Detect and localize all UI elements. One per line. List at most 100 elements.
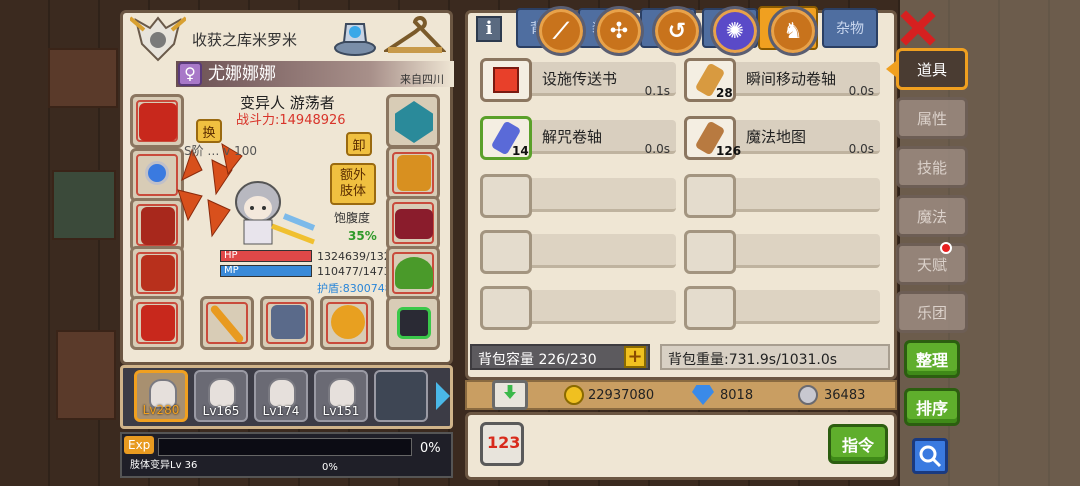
equip-slot-gloves[interactable] [130,246,184,300]
spin-icon: ✣ [609,18,629,44]
skill-button-slash[interactable]: ⟋ [536,6,586,56]
skill-button-magic[interactable]: ✺ [710,6,760,56]
magic-circle-icon: ✺ [725,18,745,44]
guild-emblem-icon[interactable] [128,14,188,64]
boots-icon [141,305,175,341]
satiety-label: 饱腹度 [334,211,371,225]
equip-slot-crown[interactable] [386,146,440,200]
belt-icon [395,209,433,239]
item-name: 瞬间移动卷轴 [746,70,837,88]
limb-mutation-label: 肢体变异Lv 36 [130,460,198,471]
power-value: 战斗力:14948926 [236,113,346,128]
shrine-icon[interactable] [332,14,378,56]
swap-button[interactable]: 换 [196,119,222,143]
satiety-value: 35% [348,229,377,243]
equip-slot-device[interactable] [386,296,440,350]
organize-button[interactable]: 整理 [904,340,960,378]
mp-label: MP [224,265,239,276]
device-icon [397,307,431,339]
hook-icon: ↺ [667,18,687,44]
background-tile [48,48,118,108]
exp-value: 0% [420,441,441,456]
item-time: 0.0s [644,142,670,156]
hotkey-numbers-button[interactable]: 123 [480,422,524,466]
party-member-level: Lv280 [142,403,180,417]
equip-slot-bow[interactable] [320,296,374,350]
female-icon: ♀ [178,62,202,86]
command-button[interactable]: 指令 [828,424,888,464]
party-member-slot[interactable]: Lv280 [134,370,188,422]
close-icon[interactable] [900,10,936,46]
storage-button[interactable] [492,380,528,410]
unequip-button[interactable]: 卸 [346,132,372,156]
character-sprite [222,176,318,252]
red-book-icon [480,58,532,102]
party-empty-slot[interactable] [374,370,428,422]
equip-slot-crystal[interactable] [386,94,440,148]
tab-misc[interactable]: 杂物 [822,8,878,48]
side-tab-skills[interactable]: 技能 [896,146,968,188]
silver-coin-icon [798,385,818,405]
side-tab-band[interactable]: 乐团 [896,291,968,333]
skill-button-horse[interactable]: ♞ [768,6,818,56]
party-member-level: Lv165 [202,404,240,418]
equip-slot-belt[interactable] [386,196,440,250]
gold-coin-icon [564,385,584,405]
mp-value: 110477/1473 [317,265,391,278]
equip-slot-offhand[interactable] [260,296,314,350]
empty-slot[interactable] [480,230,676,274]
side-tab-items[interactable]: 道具 [896,48,968,90]
empty-slot[interactable] [480,174,676,218]
extra-limb-button[interactable]: 额外 肢体 [330,163,376,205]
side-tab-magic[interactable]: 魔法 [896,195,968,237]
dragon-helm-icon [139,103,177,141]
hp-label: HP [224,250,238,261]
gloves-icon [141,255,175,291]
character-title: 收获之库米罗米 [192,31,298,49]
empty-slot[interactable] [684,286,880,330]
character-name: 尤娜娜娜 [208,64,276,84]
expand-capacity-button[interactable]: + [624,346,646,368]
party-member-level: Lv151 [322,404,360,418]
info-icon[interactable]: i [476,16,502,42]
sort-button[interactable]: 排序 [904,388,960,426]
empty-slot[interactable] [684,230,880,274]
inventory-item[interactable]: 14 解咒卷轴 0.0s [480,116,676,160]
slash-icon: ⟋ [553,18,569,44]
item-quantity: 28 [716,86,733,100]
empty-slot[interactable] [684,174,880,218]
skill-button-spin[interactable]: ✣ [594,6,644,56]
equip-slot-weapon[interactable] [200,296,254,350]
item-time: 0.0s [848,84,874,98]
limb-mutation-value: 0% [322,462,338,473]
item-time: 0.1s [644,84,670,98]
overlapped-label: S阶 … v 100 [184,144,258,158]
down-arrow-icon [504,385,516,399]
inventory-item[interactable]: 设施传送书 0.1s [480,58,676,102]
inventory-item[interactable]: 126 魔法地图 0.0s [684,116,880,160]
equip-slot-boots[interactable] [130,296,184,350]
extra-limb-label-2: 肢体 [339,184,366,199]
search-icon[interactable] [912,438,948,474]
hp-value: 1324639/132 [317,250,391,263]
side-tab-attributes[interactable]: 属性 [896,97,968,139]
empty-slot[interactable] [480,286,676,330]
hanger-icon[interactable] [381,16,447,60]
gauntlet-icon [271,305,305,339]
exp-bar [158,438,412,456]
side-tab-talent[interactable]: 天赋 [896,243,968,285]
hotkey-badge: 123 [487,433,521,452]
backpack-weight: 背包重量:731.9s/1031.0s [660,344,890,370]
skill-button-hook[interactable]: ↺ [652,6,702,56]
crystal-icon [395,101,433,143]
exp-label: Exp [124,436,155,454]
character-origin: 来自四川 [400,73,444,86]
party-member-slot[interactable]: Lv151 [314,370,368,422]
party-member-slot[interactable]: Lv174 [254,370,308,422]
inventory-item[interactable]: 28 瞬间移动卷轴 0.0s [684,58,880,102]
silver-amount: 36483 [824,388,866,403]
bow-icon [331,305,365,339]
scroll-right-arrow-icon[interactable] [436,382,450,410]
party-member-slot[interactable]: Lv165 [194,370,248,422]
equip-slot-hat[interactable] [386,246,440,300]
